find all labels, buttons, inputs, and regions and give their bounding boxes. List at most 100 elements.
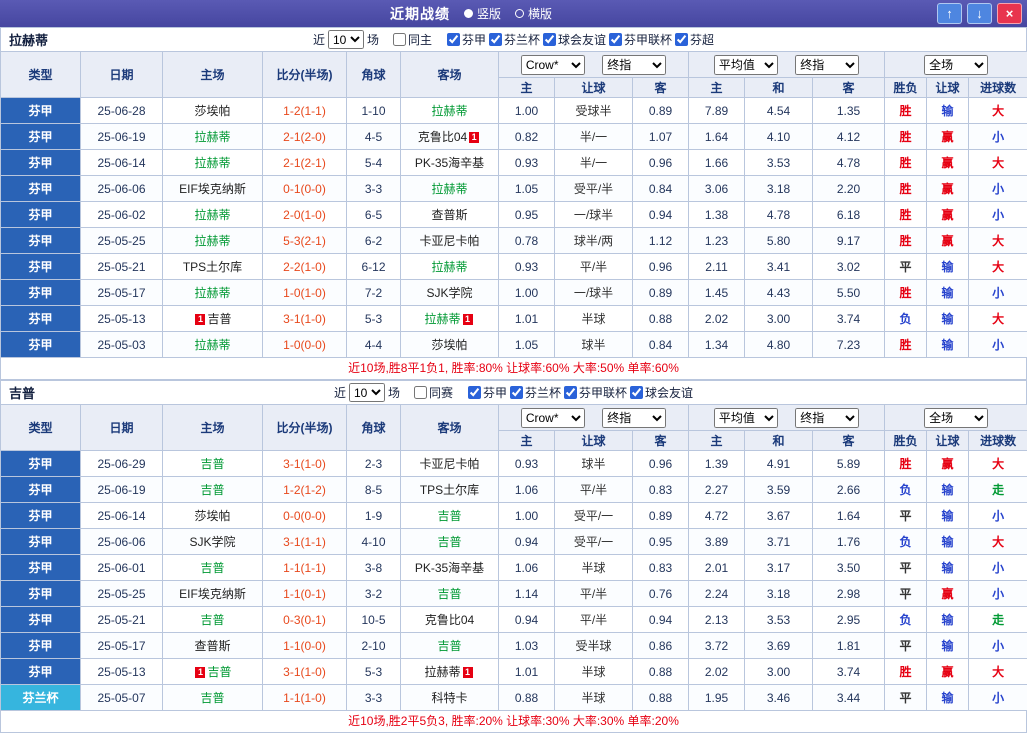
corners-cell: 2-10 — [347, 633, 401, 659]
final-index-select[interactable]: 终指 — [602, 55, 666, 75]
odds-source-select[interactable]: Crow* — [521, 408, 585, 428]
result-wdl-cell: 负 — [885, 529, 927, 555]
handicap-cell: 球半/两 — [555, 228, 633, 254]
match-row: 芬甲25-05-131吉普3-1(1-0)5-3拉赫蒂11.01半球0.882.… — [1, 306, 1027, 332]
result-wdl-cell: 负 — [885, 607, 927, 633]
average-select[interactable]: 平均值 — [714, 55, 778, 75]
result-handicap-cell: 输 — [927, 529, 969, 555]
avg-draw-cell: 4.54 — [745, 98, 813, 124]
same-competition-label: 同赛 — [429, 384, 453, 401]
avg-away-cell: 3.74 — [813, 306, 885, 332]
filter-near-label: 近 — [313, 31, 325, 48]
layout-radio-horizontal[interactable]: 横版 — [515, 5, 552, 22]
result-wdl-cell: 胜 — [885, 176, 927, 202]
titlebar-center: 近期战绩 竖版 横版 — [5, 4, 937, 24]
handicap-cell: 平/半 — [555, 581, 633, 607]
col-header-avg-away: 客 — [813, 78, 885, 98]
league-checkbox[interactable] — [564, 386, 577, 399]
odds-source-select[interactable]: Crow* — [521, 55, 585, 75]
final-index-select[interactable]: 终指 — [602, 408, 666, 428]
layout-radio-vertical[interactable]: 竖版 — [464, 5, 501, 22]
radio-vertical-label: 竖版 — [477, 5, 501, 22]
handicap-cell: 受半球 — [555, 633, 633, 659]
date-cell: 25-05-21 — [81, 254, 163, 280]
result-wdl-cell: 平 — [885, 503, 927, 529]
close-icon: × — [1006, 7, 1014, 20]
league-cell: 芬甲 — [1, 607, 81, 633]
result-handicap-cell: 输 — [927, 280, 969, 306]
away-team-cell: 吉普 — [401, 581, 499, 607]
away-team-name: 拉赫蒂 — [431, 104, 467, 118]
avg-away-cell: 3.50 — [813, 555, 885, 581]
close-button[interactable]: × — [997, 3, 1022, 24]
result-goals-cell: 走 — [969, 477, 1027, 503]
average-select[interactable]: 平均值 — [714, 408, 778, 428]
home-team-cell: 吉普 — [163, 451, 263, 477]
league-checkbox[interactable] — [489, 33, 502, 46]
avg-home-cell: 1.34 — [689, 332, 745, 358]
league-checkbox[interactable] — [609, 33, 622, 46]
avg-home-cell: 3.72 — [689, 633, 745, 659]
avg-draw-cell: 3.18 — [745, 581, 813, 607]
league-filter[interactable]: 芬兰杯 — [510, 384, 561, 401]
full-match-select[interactable]: 全场 — [924, 408, 988, 428]
recent-count-select[interactable]: 10 — [349, 383, 385, 402]
league-filter[interactable]: 芬甲 — [468, 384, 507, 401]
away-odds-cell: 0.86 — [633, 633, 689, 659]
home-team-name: 吉普 — [200, 561, 224, 575]
league-filter[interactable]: 芬甲 — [447, 31, 486, 48]
home-odds-cell: 0.94 — [499, 529, 555, 555]
full-match-select[interactable]: 全场 — [924, 55, 988, 75]
same-competition-checkbox[interactable] — [414, 386, 427, 399]
league-filter-label: 芬甲联杯 — [624, 31, 672, 48]
league-filter[interactable]: 芬兰杯 — [489, 31, 540, 48]
home-team-cell: 拉赫蒂 — [163, 202, 263, 228]
league-checkbox[interactable] — [675, 33, 688, 46]
league-filter[interactable]: 芬超 — [675, 31, 714, 48]
handicap-cell: 球半 — [555, 451, 633, 477]
league-checkbox[interactable] — [543, 33, 556, 46]
away-odds-cell: 0.95 — [633, 529, 689, 555]
date-cell: 25-05-25 — [81, 581, 163, 607]
handicap-cell: 平/半 — [555, 477, 633, 503]
avg-home-cell: 2.11 — [689, 254, 745, 280]
final-index-select-2[interactable]: 终指 — [795, 408, 859, 428]
league-filter[interactable]: 球会友谊 — [543, 31, 606, 48]
avg-draw-cell: 3.18 — [745, 176, 813, 202]
final-index-select-2[interactable]: 终指 — [795, 55, 859, 75]
league-filters: 芬甲芬兰杯芬甲联杯球会友谊 — [465, 384, 693, 401]
corners-cell: 3-8 — [347, 555, 401, 581]
league-filter[interactable]: 芬甲联杯 — [609, 31, 672, 48]
corners-cell: 2-3 — [347, 451, 401, 477]
result-wdl-cell: 胜 — [885, 451, 927, 477]
league-cell: 芬兰杯 — [1, 685, 81, 711]
league-filter-label: 芬兰杯 — [504, 31, 540, 48]
recent-count-select[interactable]: 10 — [328, 30, 364, 49]
filter-games-label: 场 — [367, 31, 379, 48]
league-checkbox[interactable] — [447, 33, 460, 46]
avg-draw-cell: 3.67 — [745, 503, 813, 529]
result-goals-cell: 大 — [969, 254, 1027, 280]
col-header-avg-draw: 和 — [745, 431, 813, 451]
move-down-button[interactable]: ↓ — [967, 3, 992, 24]
same-venue-checkbox[interactable] — [393, 33, 406, 46]
result-handicap-cell: 输 — [927, 254, 969, 280]
match-row: 芬兰杯25-05-07吉普1-1(1-0)3-3科特卡0.88半球0.881.9… — [1, 685, 1027, 711]
col-header-away: 客场 — [401, 52, 499, 98]
move-up-button[interactable]: ↑ — [937, 3, 962, 24]
score-cell: 0-3(0-1) — [263, 607, 347, 633]
same-competition-filter[interactable]: 同赛 — [414, 384, 453, 401]
league-filter[interactable]: 球会友谊 — [630, 384, 693, 401]
handicap-cell: 一/球半 — [555, 202, 633, 228]
same-venue-filter[interactable]: 同主 — [393, 31, 432, 48]
league-filter-label: 芬超 — [690, 31, 714, 48]
date-cell: 25-06-06 — [81, 529, 163, 555]
league-checkbox[interactable] — [630, 386, 643, 399]
result-wdl-cell: 负 — [885, 477, 927, 503]
result-wdl-cell: 平 — [885, 254, 927, 280]
league-filter[interactable]: 芬甲联杯 — [564, 384, 627, 401]
result-goals-cell: 小 — [969, 685, 1027, 711]
result-handicap-cell: 赢 — [927, 202, 969, 228]
league-checkbox[interactable] — [510, 386, 523, 399]
league-checkbox[interactable] — [468, 386, 481, 399]
